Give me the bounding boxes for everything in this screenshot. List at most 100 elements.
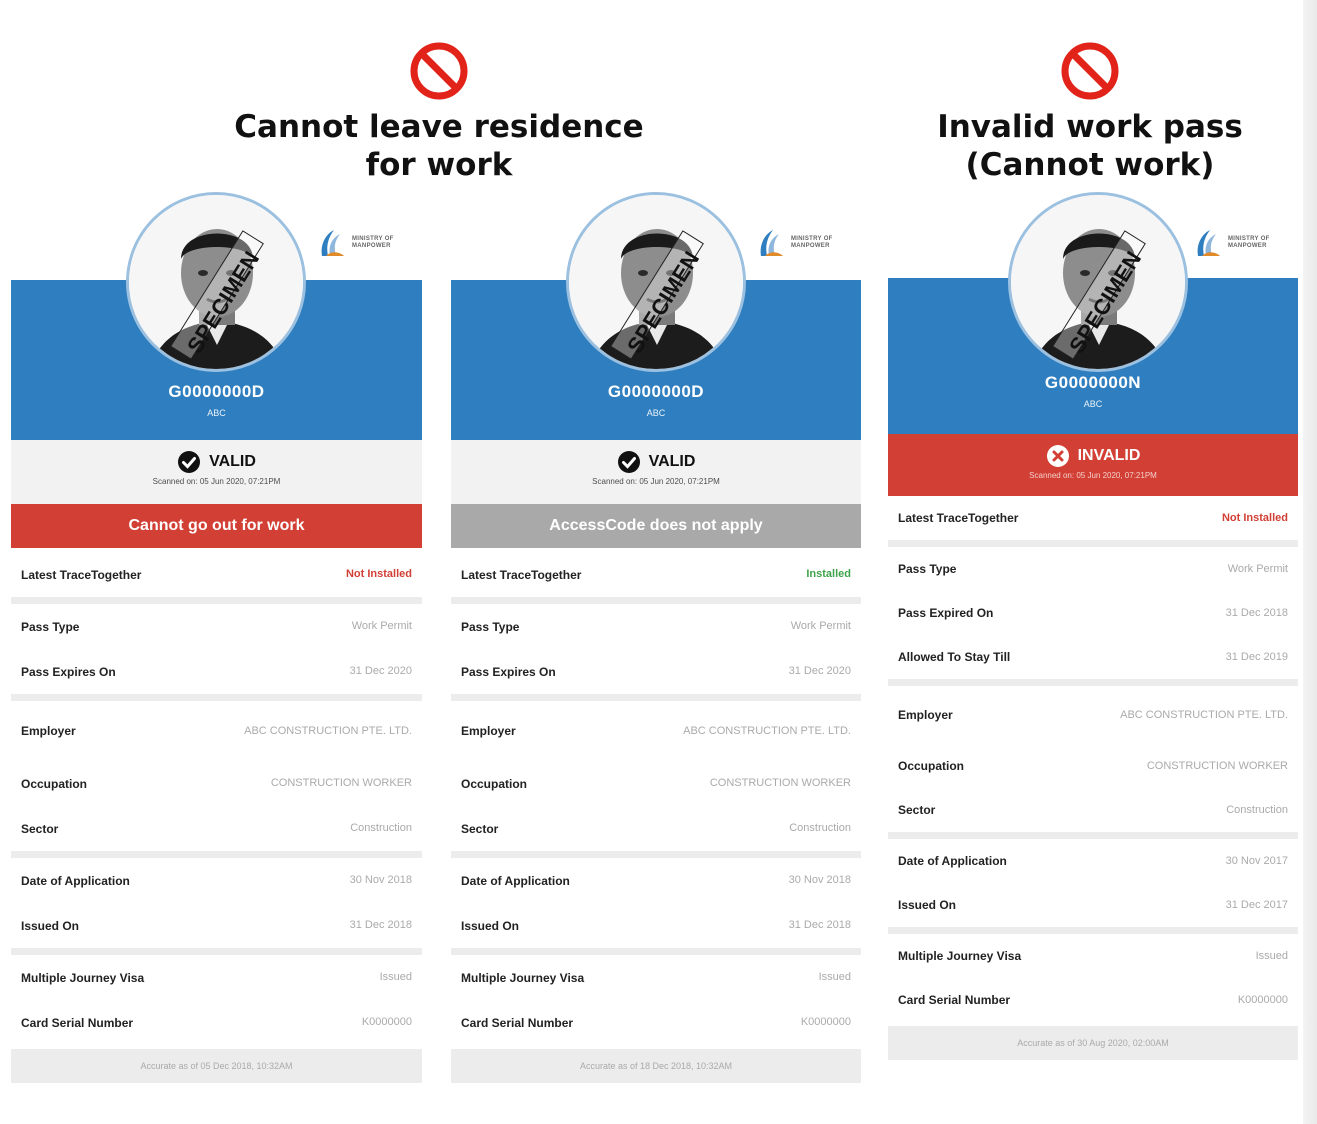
detail-row: Date of Application 30 Nov 2017 [888,839,1298,883]
detail-label: Occupation [898,759,965,773]
detail-value: Construction [789,822,851,834]
detail-value: K0000000 [361,1016,412,1028]
section-divider [451,851,861,858]
accuracy-footer: Accurate as of 05 Dec 2018, 10:32AM [11,1049,422,1083]
detail-value: 30 Nov 2018 [349,874,412,886]
check-circle-icon [178,451,201,473]
detail-value: 31 Dec 2017 [1225,898,1288,911]
detail-label: Date of Application [898,854,1007,868]
detail-row: Sector Construction [11,806,422,851]
detail-value: Installed [806,568,851,580]
detail-row: Pass Type Work Permit [888,547,1298,591]
portrait-photo: SPECIMEN [1011,195,1185,369]
ministry-logo: MINISTRY OF MANPOWER [1190,226,1288,260]
ministry-logo: MINISTRY OF MANPOWER [753,226,851,260]
detail-label: Issued On [898,898,957,912]
section-divider [451,948,861,955]
detail-value: 31 Dec 2018 [788,919,851,931]
detail-label: Sector [21,821,59,836]
detail-row: Occupation CONSTRUCTION WORKER [11,761,422,806]
section-divider [888,679,1298,686]
detail-label: Issued On [461,918,520,933]
detail-row: Issued On 31 Dec 2017 [888,883,1298,927]
heading-line-2: (Cannot work) [965,147,1215,183]
section-divider [11,694,422,701]
portrait-photo: SPECIMEN [129,195,303,369]
fin-number: G0000000D [607,382,705,401]
detail-label: Pass Type [461,619,520,634]
page-edge-shade [1303,0,1317,1124]
detail-label: Latest TraceTogether [21,567,142,582]
detail-value: 31 Dec 2018 [349,919,412,931]
fin-number: G0000000D [168,382,265,401]
detail-row: Multiple Journey Visa Issued [888,934,1298,978]
detail-label: Occupation [461,776,528,791]
detail-row: Sector Construction [451,806,861,851]
accuracy-footer: Accurate as of 30 Aug 2020, 02:00AM [888,1026,1298,1060]
detail-row: Employer ABC CONSTRUCTION PTE. LTD. [888,686,1298,744]
fin-number: G0000000N [1044,373,1142,392]
detail-row: Occupation CONSTRUCTION WORKER [451,761,861,806]
company-name: ABC [207,408,226,418]
detail-value: CONSTRUCTION WORKER [709,777,851,789]
section-divider [11,597,422,604]
detail-label: Multiple Journey Visa [21,970,145,985]
prohibited-icon [410,42,468,100]
detail-value: Issued [379,971,412,983]
detail-row: Pass Expires On 31 Dec 2020 [451,649,861,694]
detail-row: Pass Expired On 31 Dec 2018 [888,591,1298,635]
detail-value: Work Permit [790,620,851,632]
detail-row: Employer ABC CONSTRUCTION PTE. LTD. [11,701,422,761]
company-name: ABC [646,408,666,418]
detail-label: Date of Application [21,873,130,888]
scanned-timestamp: Scanned on: 05 Jun 2020, 07:21PM [152,477,281,486]
detail-label: Latest TraceTogether [461,567,582,582]
detail-value: CONSTRUCTION WORKER [1146,759,1288,772]
detail-label: Card Serial Number [898,993,1011,1007]
ministry-logo-text: MINISTRY OF MANPOWER [352,236,394,249]
detail-value: ABC CONSTRUCTION PTE. LTD. [683,724,851,737]
tracetogether-row: Latest TraceTogether Installed [451,552,861,597]
status-label: VALID [209,453,256,470]
detail-label: Pass Expires On [21,664,116,679]
detail-label: Pass Expired On [898,606,994,620]
ministry-logo-icon [321,230,344,256]
tracetogether-row: Latest TraceTogether Not Installed [11,552,422,597]
status-label: VALID [648,453,696,470]
status-row: VALID [451,440,861,474]
status-panel: VALID Scanned on: 05 Jun 2020, 07:21PM [451,440,861,504]
heading-cannot-leave: Cannot leave residence for work [219,40,659,184]
detail-label: Latest TraceTogether [898,511,1019,525]
detail-label: Pass Type [21,619,80,634]
detail-row: Pass Expires On 31 Dec 2020 [11,649,422,694]
company-name: ABC [1083,399,1103,409]
x-circle-icon [1046,445,1069,467]
detail-label: Multiple Journey Visa [898,949,1022,963]
work-pass-card-2: G0000000D ABC SPECIMEN MINISTRY OF MANPOW… [451,190,861,1090]
detail-label: Occupation [21,776,88,791]
heading-line-1: Invalid work pass [937,109,1243,145]
detail-value: Work Permit [351,620,412,632]
detail-label: Pass Expires On [461,664,556,679]
detail-row: Multiple Journey Visa Issued [11,955,422,1000]
section-divider [888,540,1298,547]
status-panel: VALID Scanned on: 05 Jun 2020, 07:21PM [11,440,422,504]
detail-value: 30 Nov 2017 [1225,854,1288,867]
detail-label: Sector [898,803,936,817]
detail-label: Card Serial Number [21,1015,134,1030]
avatar: SPECIMEN [566,192,746,372]
detail-value: K0000000 [800,1016,851,1028]
detail-label: Employer [461,724,516,738]
detail-value: Issued [818,971,851,983]
detail-value: 31 Dec 2018 [1225,606,1288,619]
detail-row: Pass Type Work Permit [451,604,861,649]
work-pass-card-3: G0000000N ABC SPECIMEN MINISTRY OF MANPOW… [888,190,1298,1090]
detail-row: Sector Construction [888,788,1298,832]
detail-label: Card Serial Number [461,1015,574,1030]
detail-label: Pass Type [898,562,957,576]
section-divider [451,597,861,604]
section-divider [888,927,1298,934]
access-banner: AccessCode does not apply [451,504,861,548]
section-divider [11,851,422,858]
detail-value: 31 Dec 2020 [788,665,851,677]
